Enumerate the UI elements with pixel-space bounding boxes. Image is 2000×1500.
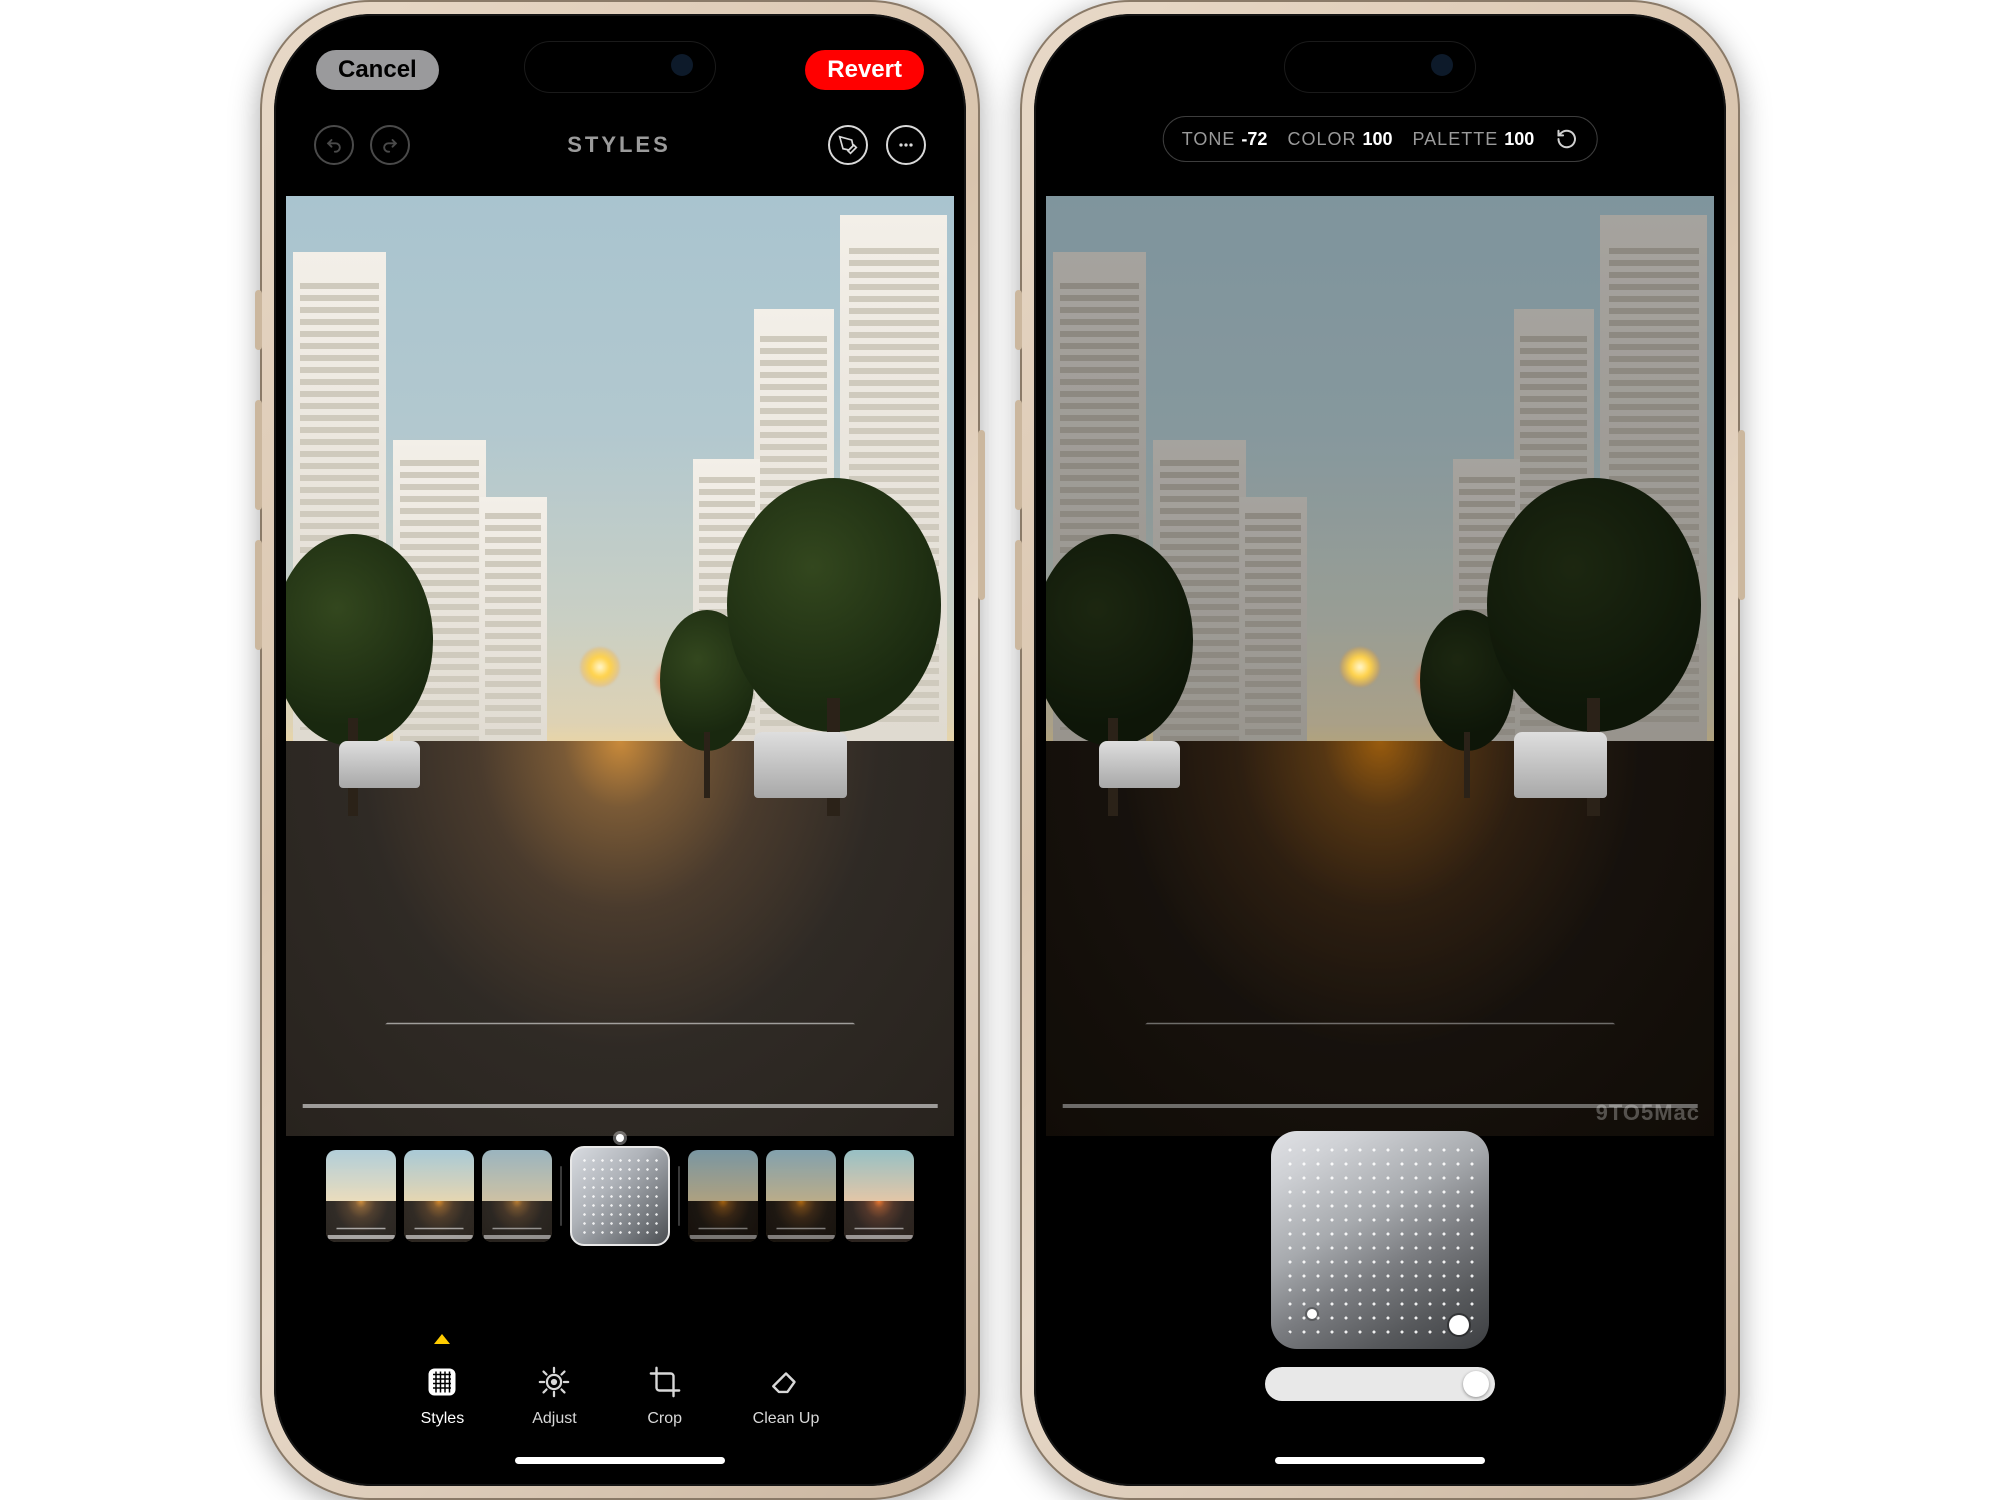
tab-label: Styles — [421, 1410, 465, 1428]
reset-icon — [1555, 128, 1577, 150]
slider-knob[interactable] — [1463, 1371, 1489, 1397]
mode-title: STYLES — [567, 132, 671, 158]
ellipsis-icon — [896, 135, 916, 155]
edit-toolbar: STYLES — [286, 116, 954, 174]
tone-color-pad[interactable] — [1271, 1131, 1489, 1349]
carousel-separator — [678, 1166, 680, 1226]
home-indicator[interactable] — [515, 1457, 725, 1464]
adjust-icon — [534, 1362, 574, 1402]
carousel-separator — [560, 1166, 562, 1226]
tab-crop[interactable]: Crop — [645, 1362, 685, 1428]
param-value: 100 — [1504, 129, 1534, 150]
undo-button[interactable] — [314, 125, 354, 165]
undo-icon — [324, 135, 344, 155]
photo-preview[interactable]: 9TO5Mac — [1046, 196, 1714, 1136]
styles-carousel[interactable] — [286, 1146, 954, 1246]
photo-preview[interactable] — [286, 196, 954, 1136]
param-color[interactable]: COLOR 100 — [1287, 129, 1392, 150]
style-thumb[interactable] — [844, 1150, 914, 1242]
history-group — [314, 125, 410, 165]
style-thumb[interactable] — [326, 1150, 396, 1242]
phone-left: Cancel Revert STYLES — [260, 0, 980, 1500]
dynamic-island — [525, 42, 715, 92]
screen-left: Cancel Revert STYLES — [286, 26, 954, 1474]
style-thumb[interactable] — [404, 1150, 474, 1242]
phone-right: TONE -72 COLOR 100 PALETTE 100 — [1020, 0, 1740, 1500]
styles-icon — [422, 1362, 462, 1402]
style-params-bar: TONE -72 COLOR 100 PALETTE 100 — [1163, 116, 1598, 162]
watermark-text: 9TO5Mac — [1596, 1100, 1700, 1126]
param-tone[interactable]: TONE -72 — [1182, 129, 1268, 150]
crop-icon — [645, 1362, 685, 1402]
reset-params-button[interactable] — [1554, 127, 1578, 151]
param-value: 100 — [1362, 129, 1392, 150]
markup-icon — [838, 135, 858, 155]
edit-tabbar: Styles Adjust Crop Clean Up — [286, 1320, 954, 1440]
palette-slider[interactable] — [1265, 1367, 1495, 1401]
param-label: TONE — [1182, 129, 1236, 150]
style-thumb[interactable] — [766, 1150, 836, 1242]
dynamic-island — [1285, 42, 1475, 92]
home-indicator[interactable] — [1275, 1457, 1485, 1464]
pad-cursor[interactable] — [1449, 1315, 1469, 1335]
cancel-button[interactable]: Cancel — [316, 50, 439, 90]
tab-cleanup[interactable]: Clean Up — [753, 1362, 820, 1428]
more-button[interactable] — [886, 125, 926, 165]
screen-right: TONE -72 COLOR 100 PALETTE 100 — [1046, 26, 1714, 1474]
eraser-icon — [766, 1362, 806, 1402]
tab-adjust[interactable]: Adjust — [532, 1362, 576, 1428]
tab-label: Clean Up — [753, 1410, 820, 1428]
redo-icon — [380, 135, 400, 155]
redo-button[interactable] — [370, 125, 410, 165]
revert-button[interactable]: Revert — [805, 50, 924, 90]
pad-origin-dot — [1307, 1309, 1317, 1319]
style-thumb[interactable] — [482, 1150, 552, 1242]
tab-label: Adjust — [532, 1410, 576, 1428]
active-tab-marker-icon — [434, 1334, 450, 1344]
markup-button[interactable] — [828, 125, 868, 165]
tab-styles[interactable]: Styles — [421, 1362, 465, 1428]
param-value: -72 — [1241, 129, 1267, 150]
style-thumb[interactable] — [688, 1150, 758, 1242]
param-label: PALETTE — [1413, 129, 1499, 150]
style-pad-area — [1046, 1131, 1714, 1440]
param-palette[interactable]: PALETTE 100 — [1413, 129, 1535, 150]
tab-label: Crop — [647, 1410, 682, 1428]
param-label: COLOR — [1287, 129, 1356, 150]
style-pad-thumb-selected[interactable] — [570, 1146, 670, 1246]
